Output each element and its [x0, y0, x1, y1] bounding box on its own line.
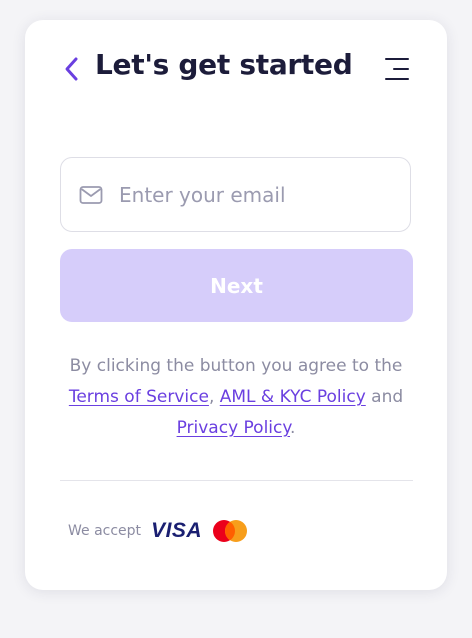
menu-icon [385, 58, 409, 80]
privacy-policy-link[interactable]: Privacy Policy [177, 418, 290, 438]
consent-suffix: . [290, 418, 296, 438]
consent-separator: , [208, 387, 220, 407]
consent-separator: and [365, 387, 404, 407]
divider [60, 480, 413, 481]
envelope-icon [79, 186, 103, 204]
next-button[interactable]: Next [60, 249, 413, 322]
consent-prefix: By clicking the button you agree to the [69, 356, 403, 376]
we-accept-label: We accept [68, 523, 142, 539]
header: Let's get started [25, 20, 447, 120]
consent-text: By clicking the button you agree to the … [65, 351, 407, 444]
terms-of-service-link[interactable]: Terms of Service [69, 387, 209, 407]
back-button[interactable] [58, 54, 84, 84]
menu-button[interactable] [382, 56, 412, 82]
payment-methods: We accept VISA [68, 518, 248, 544]
mastercard-logo-icon [213, 520, 248, 542]
email-field[interactable] [60, 157, 411, 232]
visa-logo: VISA [151, 519, 203, 542]
aml-kyc-policy-link[interactable]: AML & KYC Policy [220, 387, 366, 407]
email-input[interactable] [119, 172, 389, 218]
signup-card: Let's get started Next By clicking the b… [25, 20, 447, 590]
chevron-left-icon [65, 57, 78, 81]
page-title: Let's get started [95, 48, 353, 81]
